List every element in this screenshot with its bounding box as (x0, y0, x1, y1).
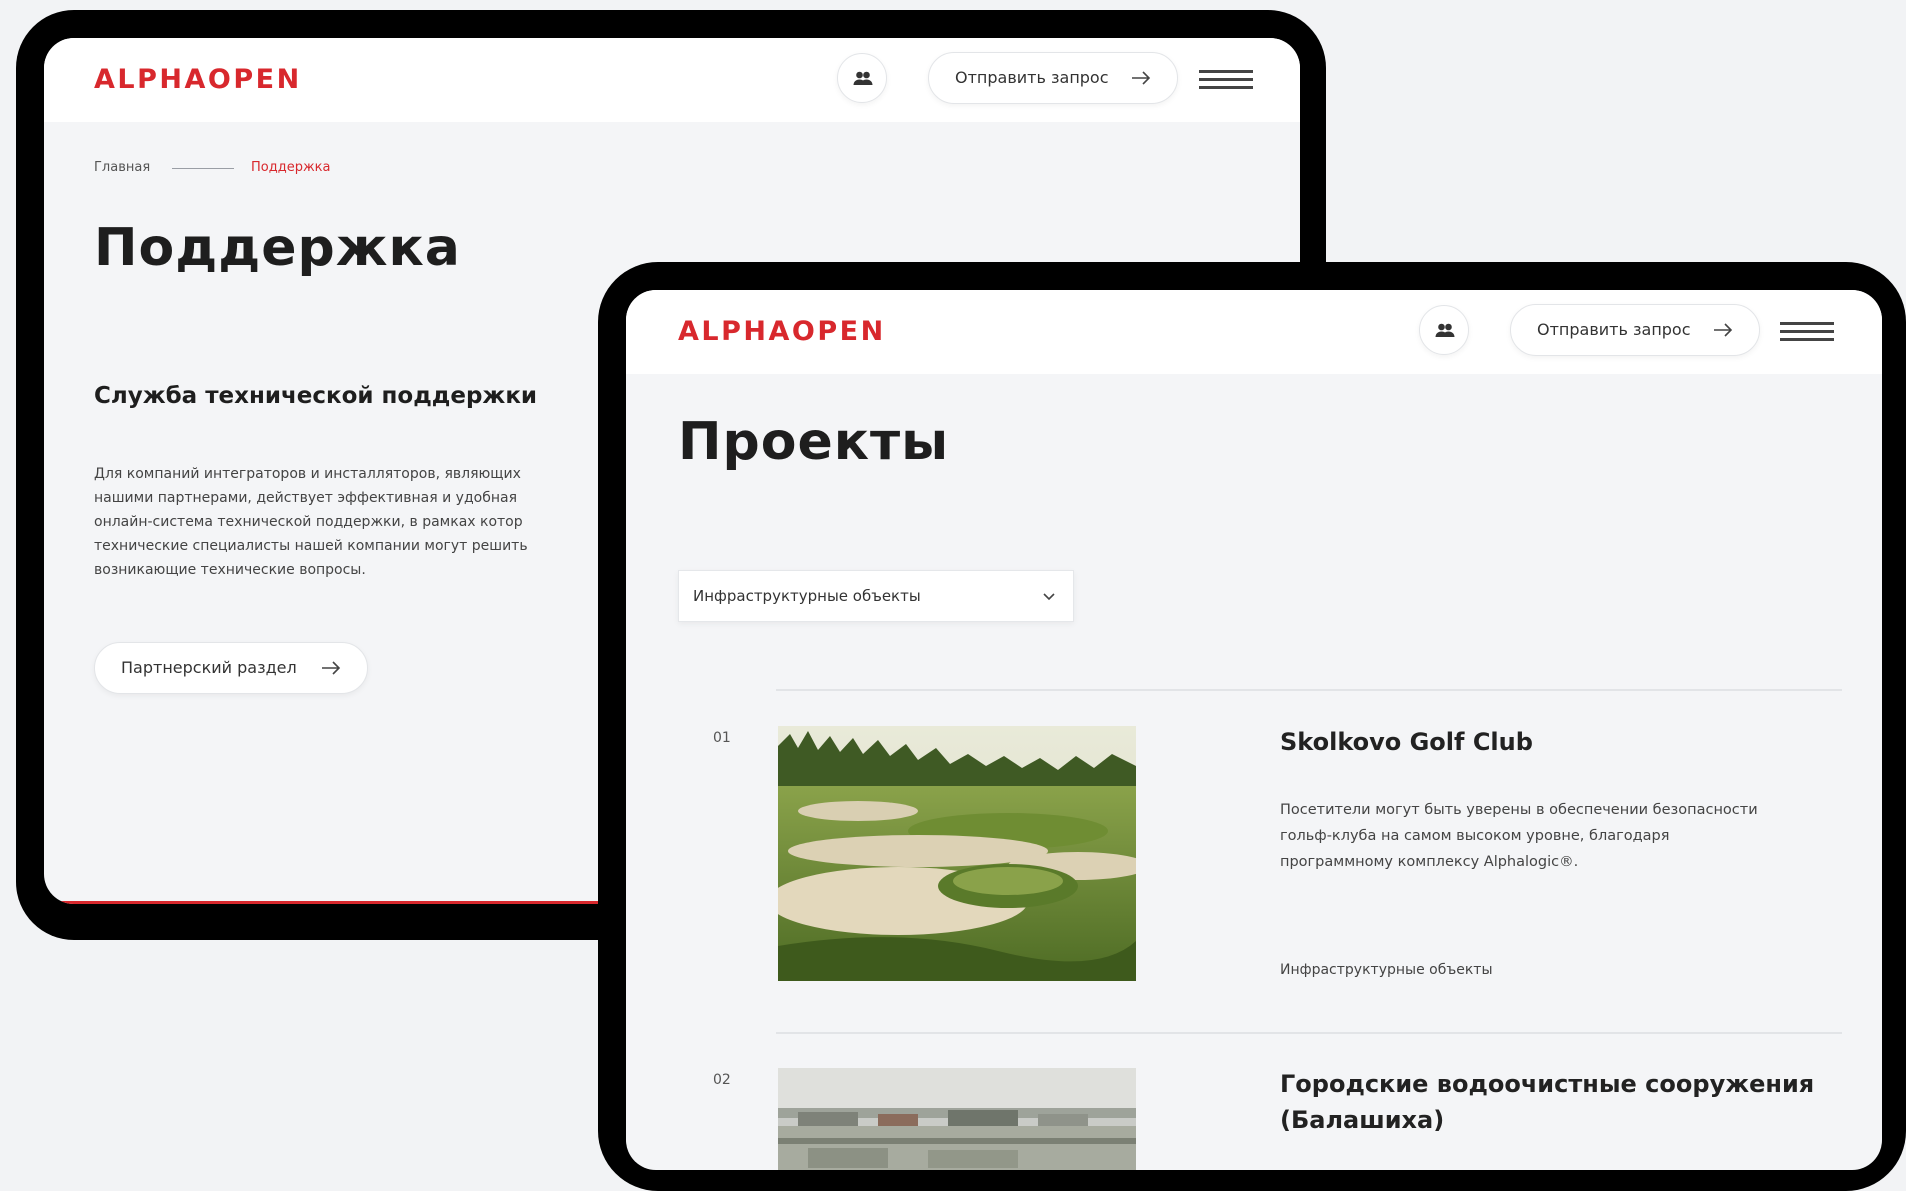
project-title[interactable]: Skolkovo Golf Club (1280, 724, 1533, 760)
paragraph-line: Для компаний интеграторов и инсталляторо… (94, 466, 521, 482)
project-number: 02 (713, 1072, 731, 1088)
arrow-right-icon (322, 661, 341, 675)
users-icon (1435, 323, 1455, 337)
project-image-golf[interactable] (778, 726, 1136, 981)
project-divider (776, 689, 1842, 691)
description-line: программному комплексу Alphalogic®. (1280, 854, 1579, 870)
project-number: 01 (713, 730, 731, 746)
back-send-request-label: Отправить запрос (955, 68, 1109, 87)
arrow-right-icon (1132, 71, 1151, 85)
description-line: Посетители могут быть уверены в обеспече… (1280, 802, 1758, 818)
back-logo[interactable]: ALPHAOPEN (94, 64, 302, 95)
users-icon (853, 71, 873, 85)
water-treatment-image (778, 1068, 1136, 1170)
project-title-line: (Балашиха) (1280, 1106, 1445, 1134)
back-menu-icon[interactable] (1199, 70, 1253, 90)
project-title[interactable]: Городские водоочистные сооружения (Балаш… (1280, 1066, 1840, 1138)
back-header: ALPHAOPEN Отправить запрос (44, 38, 1300, 122)
back-paragraph: Для компаний интеграторов и инсталляторо… (94, 462, 654, 582)
front-users-button[interactable] (1419, 305, 1469, 355)
project-category: Инфраструктурные объекты (1280, 962, 1493, 978)
front-logo[interactable]: ALPHAOPEN (678, 316, 886, 347)
project-image-water-treatment[interactable] (778, 1068, 1136, 1170)
front-send-request-button[interactable]: Отправить запрос (1510, 304, 1760, 356)
paragraph-line: онлайн-система технической поддержки, в … (94, 514, 523, 530)
partner-section-button[interactable]: Партнерский раздел (94, 642, 368, 694)
project-title-line: Городские водоочистные сооружения (1280, 1070, 1815, 1098)
front-send-request-label: Отправить запрос (1537, 320, 1691, 339)
breadcrumb-home[interactable]: Главная (94, 160, 150, 175)
front-menu-icon[interactable] (1780, 322, 1834, 342)
description-line: гольф-клуба на самом высоком уровне, бла… (1280, 828, 1670, 844)
partner-section-label: Партнерский раздел (121, 658, 297, 677)
category-filter-select[interactable]: Инфраструктурные объекты (678, 570, 1074, 622)
category-filter-value: Инфраструктурные объекты (693, 587, 921, 605)
breadcrumb-current: Поддержка (251, 160, 331, 175)
project-description: Посетители могут быть уверены в обеспече… (1280, 797, 1840, 875)
back-section-title: Служба технической поддержки (94, 383, 538, 409)
front-tablet-screen: ALPHAOPEN Отправить запрос Проекты Инфра… (626, 290, 1882, 1170)
back-page-title: Поддержка (94, 218, 461, 278)
back-users-button[interactable] (837, 53, 887, 103)
front-header: ALPHAOPEN Отправить запрос (626, 290, 1882, 374)
front-page-title: Проекты (678, 412, 950, 472)
golf-course-image (778, 726, 1136, 981)
project-divider (776, 1032, 1842, 1034)
paragraph-line: технические специалисты нашей компании м… (94, 538, 528, 554)
paragraph-line: нашими партнерами, действует эффективная… (94, 490, 517, 506)
chevron-down-icon (1043, 593, 1055, 601)
back-send-request-button[interactable]: Отправить запрос (928, 52, 1178, 104)
paragraph-line: возникающие технические вопросы. (94, 562, 366, 578)
arrow-right-icon (1714, 323, 1733, 337)
breadcrumb-separator (172, 168, 234, 169)
